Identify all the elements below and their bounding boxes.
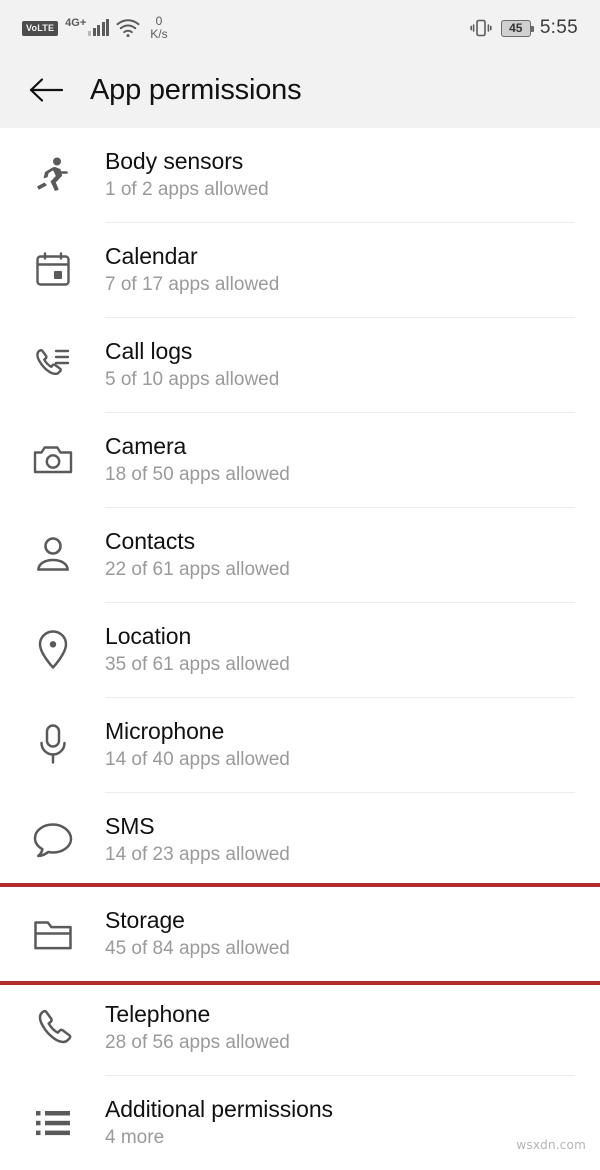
permission-title: SMS [105, 813, 155, 840]
permission-subtitle: 1 of 2 apps allowed [105, 179, 269, 201]
clock-label: 5:55 [539, 17, 578, 38]
battery-percent-label: 45 [509, 21, 523, 35]
permission-title: Additional permissions [105, 1096, 333, 1123]
permission-row-location[interactable]: Location 35 of 61 apps allowed [0, 603, 600, 697]
location-icon [0, 628, 105, 672]
back-arrow-icon[interactable] [26, 69, 68, 111]
permission-subtitle: 22 of 61 apps allowed [105, 559, 290, 581]
permission-text-sms: SMS 14 of 23 apps allowed [105, 812, 586, 868]
permission-row-call-logs[interactable]: Call logs 5 of 10 apps allowed [0, 318, 600, 412]
permission-row-microphone[interactable]: Microphone 14 of 40 apps allowed [0, 698, 600, 792]
calendar-icon [0, 249, 105, 291]
permission-row-body-sensors[interactable]: Body sensors 1 of 2 apps allowed [0, 128, 600, 222]
permission-row-contacts[interactable]: Contacts 22 of 61 apps allowed [0, 508, 600, 602]
permission-text-location: Location 35 of 61 apps allowed [105, 622, 586, 678]
permission-row-additional-permissions[interactable]: Additional permissions 4 more [0, 1076, 600, 1170]
permission-text-camera: Camera 18 of 50 apps allowed [105, 432, 586, 488]
storage-folder-icon [0, 915, 105, 953]
permission-text-microphone: Microphone 14 of 40 apps allowed [105, 717, 586, 773]
page-title: App permissions [90, 73, 302, 106]
permission-row-sms[interactable]: SMS 14 of 23 apps allowed [0, 793, 600, 887]
status-bar: VoLTE 4G+ 0 K/s 45 5:55 [0, 0, 600, 56]
volte-icon: VoLTE [22, 20, 59, 36]
permission-subtitle: 18 of 50 apps allowed [105, 464, 290, 486]
permission-text-body-sensors: Body sensors 1 of 2 apps allowed [105, 147, 586, 203]
contacts-icon [0, 534, 105, 576]
status-bar-left: VoLTE 4G+ 0 K/s [22, 15, 168, 40]
network-type-label: 4G+ [65, 17, 87, 29]
camera-icon [0, 440, 105, 480]
permission-text-contacts: Contacts 22 of 61 apps allowed [105, 527, 586, 583]
vibrate-icon [470, 18, 492, 38]
status-bar-right: 45 5:55 [470, 17, 578, 39]
telephone-icon [0, 1007, 105, 1049]
permission-row-telephone[interactable]: Telephone 28 of 56 apps allowed [0, 981, 600, 1075]
permission-text-storage: Storage 45 of 84 apps allowed [105, 906, 586, 962]
watermark: wsxdn.com [516, 1138, 586, 1152]
battery-icon: 45 [500, 19, 534, 37]
permission-text-calendar: Calendar 7 of 17 apps allowed [105, 242, 586, 298]
signal-strength-bars [88, 19, 110, 36]
wifi-icon [116, 18, 140, 38]
additional-permissions-icon [0, 1106, 105, 1140]
permission-text-call-logs: Call logs 5 of 10 apps allowed [105, 337, 586, 393]
permission-title: Location [105, 623, 192, 650]
sms-icon [0, 819, 105, 861]
permission-subtitle: 28 of 56 apps allowed [105, 1032, 290, 1054]
permission-title: Contacts [105, 528, 195, 555]
permission-subtitle: 5 of 10 apps allowed [105, 369, 280, 391]
permission-subtitle: 45 of 84 apps allowed [105, 938, 290, 960]
permissions-list: Body sensors 1 of 2 apps allowed Calenda… [0, 128, 600, 1170]
data-speed-indicator: 0 K/s [150, 15, 167, 40]
permission-subtitle: 7 of 17 apps allowed [105, 274, 280, 296]
storage-highlight-wrapper: Storage 45 of 84 apps allowed [0, 883, 600, 985]
permission-title: Body sensors [105, 148, 244, 175]
body-sensors-icon [0, 153, 105, 197]
permission-row-calendar[interactable]: Calendar 7 of 17 apps allowed [0, 223, 600, 317]
permission-text-additional-permissions: Additional permissions 4 more [105, 1095, 586, 1151]
call-logs-icon [0, 343, 105, 387]
permission-title: Microphone [105, 718, 225, 745]
data-speed-unit: K/s [150, 27, 168, 41]
microphone-icon [0, 722, 105, 768]
permission-subtitle: 35 of 61 apps allowed [105, 654, 290, 676]
permission-title: Camera [105, 433, 187, 460]
permission-subtitle: 14 of 40 apps allowed [105, 749, 290, 771]
permission-row-camera[interactable]: Camera 18 of 50 apps allowed [0, 413, 600, 507]
permission-subtitle: 14 of 23 apps allowed [105, 844, 290, 866]
permission-subtitle: 4 more [105, 1127, 165, 1149]
signal-bars-icon: 4G+ [65, 17, 110, 36]
permission-row-storage[interactable]: Storage 45 of 84 apps allowed [0, 883, 600, 985]
permission-title: Calendar [105, 243, 198, 270]
app-bar: App permissions [0, 56, 600, 128]
permission-title: Storage [105, 907, 185, 934]
permission-title: Telephone [105, 1001, 211, 1028]
permission-title: Call logs [105, 338, 193, 365]
permission-text-telephone: Telephone 28 of 56 apps allowed [105, 1000, 586, 1056]
